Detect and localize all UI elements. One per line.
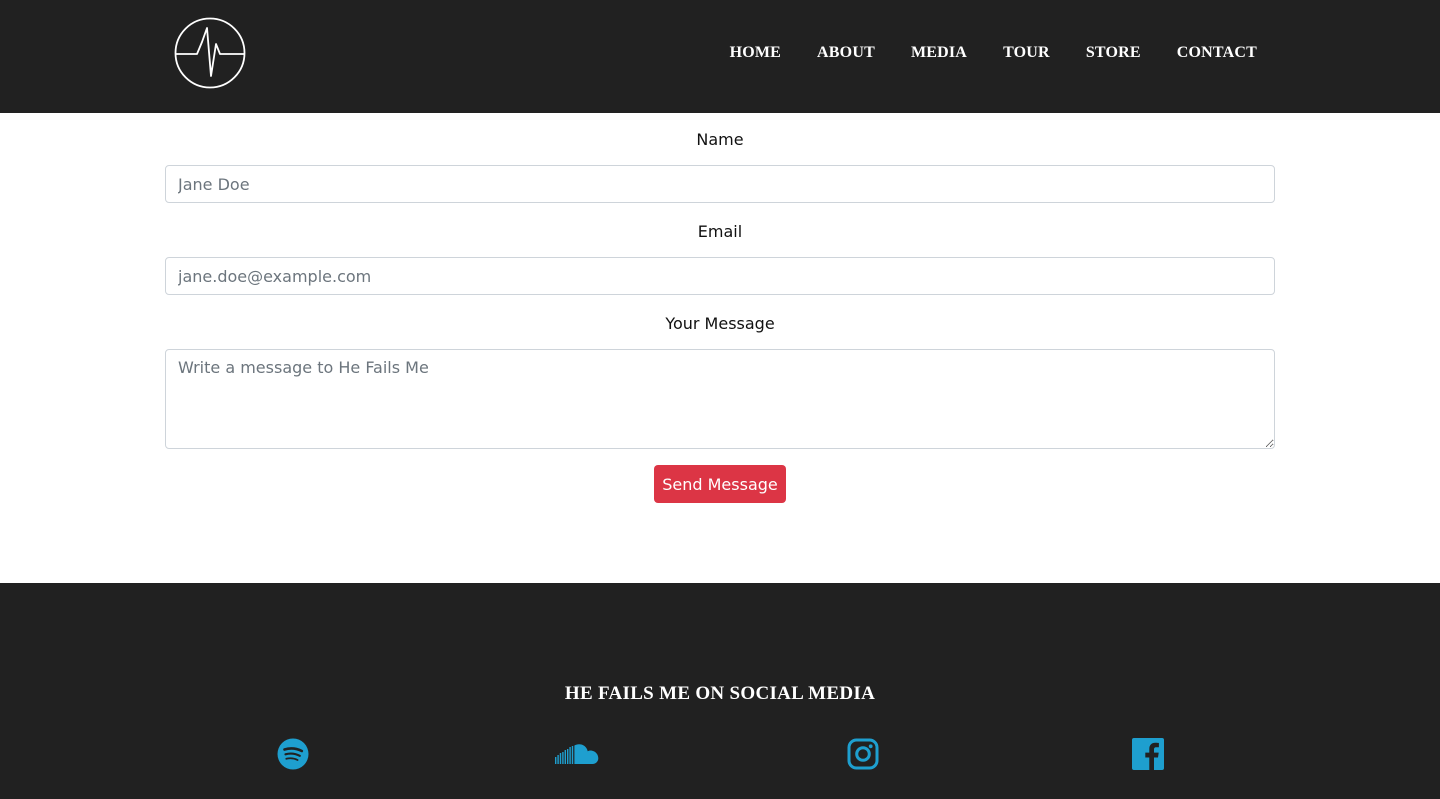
nav-link-media[interactable]: MEDIA: [911, 44, 967, 62]
name-label: Name: [696, 130, 744, 149]
site-footer: HE FAILS ME ON SOCIAL MEDIA: [0, 583, 1440, 799]
nav-link-about[interactable]: ABOUT: [817, 44, 875, 62]
message-label: Your Message: [665, 314, 775, 333]
nav-item-home: HOME: [730, 44, 781, 62]
email-label: Email: [697, 222, 743, 241]
facebook-link[interactable]: [1123, 738, 1173, 778]
soundcloud-icon: [555, 744, 599, 764]
site-header: HOME ABOUT MEDIA TOUR STORE CONTACT: [0, 0, 1440, 113]
spotify-icon: [277, 738, 309, 770]
soundcloud-link[interactable]: [553, 738, 603, 778]
facebook-icon: [1132, 738, 1164, 770]
send-message-button[interactable]: Send Message: [654, 465, 786, 503]
social-media-heading: HE FAILS ME ON SOCIAL MEDIA: [564, 683, 876, 704]
instagram-link[interactable]: [838, 738, 888, 778]
instagram-icon: [847, 738, 879, 770]
main-nav: HOME ABOUT MEDIA TOUR STORE CONTACT: [730, 44, 1257, 62]
nav-item-store: STORE: [1086, 44, 1141, 62]
heartbeat-circle-logo-icon: [174, 17, 246, 89]
email-input[interactable]: [165, 257, 1275, 295]
name-input[interactable]: [165, 165, 1275, 203]
nav-item-about: ABOUT: [817, 44, 875, 62]
spotify-link[interactable]: [268, 738, 318, 778]
message-textarea[interactable]: [165, 349, 1275, 449]
social-links: [0, 738, 1440, 778]
nav-link-tour[interactable]: TOUR: [1003, 44, 1050, 62]
nav-item-contact: CONTACT: [1177, 44, 1257, 62]
nav-item-tour: TOUR: [1003, 44, 1050, 62]
nav-link-home[interactable]: HOME: [730, 44, 781, 62]
nav-link-store[interactable]: STORE: [1086, 44, 1141, 62]
nav-item-media: MEDIA: [911, 44, 967, 62]
nav-link-contact[interactable]: CONTACT: [1177, 44, 1257, 62]
